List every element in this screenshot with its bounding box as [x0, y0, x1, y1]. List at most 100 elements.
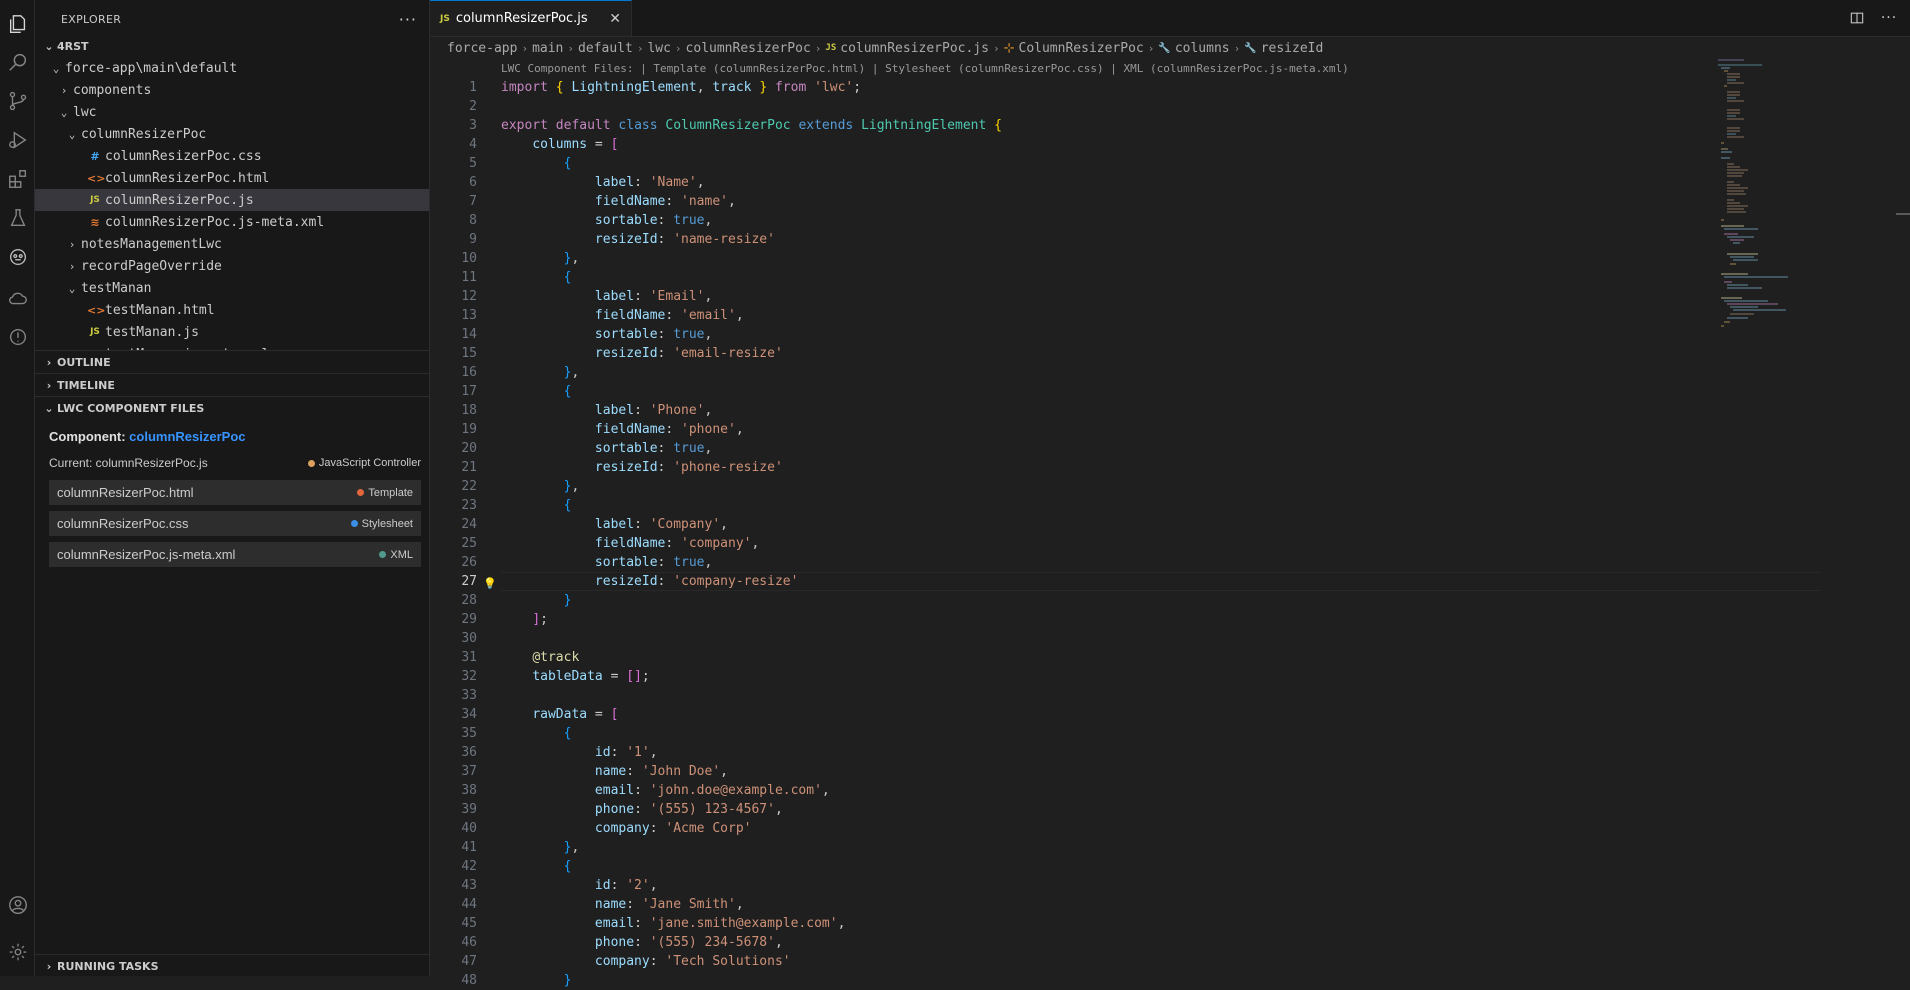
tree-folder-item[interactable]: › components [35, 79, 429, 101]
testing-icon[interactable] [6, 206, 30, 230]
tree-folder-item[interactable]: ⌄ force-app\main\default [35, 57, 429, 79]
code-line[interactable]: 9 resizeId: 'name-resize' [430, 230, 1910, 249]
lwc-file-card[interactable]: columnResizerPoc.js-meta.xml XML [49, 542, 421, 567]
code-line[interactable]: 12 label: 'Email', [430, 287, 1910, 306]
minimap[interactable] [1718, 58, 1818, 388]
info-icon[interactable] [6, 325, 30, 349]
code-line[interactable]: 34 rawData = [ [430, 705, 1910, 724]
code-line[interactable]: 3 export default class ColumnResizerPoc e… [430, 116, 1910, 135]
code-line[interactable]: 15 resizeId: 'email-resize' [430, 344, 1910, 363]
run-debug-icon[interactable] [6, 128, 30, 152]
code-line[interactable]: 26 sortable: true, [430, 553, 1910, 572]
code-line[interactable]: 28 } [430, 591, 1910, 610]
code-line[interactable]: 5 { [430, 154, 1910, 173]
code-line[interactable]: 2 [430, 97, 1910, 116]
code-line[interactable]: 46 phone: '(555) 234-5678', [430, 933, 1910, 952]
breadcrumb-item[interactable]: ColumnResizerPoc [1019, 41, 1144, 56]
lwc-file-card[interactable]: columnResizerPoc.html Template [49, 480, 421, 505]
code-line[interactable]: 30 [430, 629, 1910, 648]
code-line[interactable]: 11 { [430, 268, 1910, 287]
code-line[interactable]: 17 { [430, 382, 1910, 401]
code-line[interactable]: 47 company: 'Tech Solutions' [430, 952, 1910, 971]
tree-folder-item[interactable]: › notesManagementLwc [35, 233, 429, 255]
code-line[interactable]: 10 }, [430, 249, 1910, 268]
code-line[interactable]: 23 { [430, 496, 1910, 515]
code-line[interactable]: 45 email: 'jane.smith@example.com', [430, 914, 1910, 933]
code-line[interactable]: 42 { [430, 857, 1910, 876]
running-tasks-section[interactable]: › RUNNING TASKS [35, 954, 429, 976]
split-editor-icon[interactable] [1848, 9, 1866, 27]
code-line[interactable]: 40 company: 'Acme Corp' [430, 819, 1910, 838]
code-line[interactable]: 7 fieldName: 'name', [430, 192, 1910, 211]
code-line[interactable]: 25 fieldName: 'company', [430, 534, 1910, 553]
extensions-icon[interactable] [6, 167, 30, 191]
code-line[interactable]: 16 }, [430, 363, 1910, 382]
breadcrumb-item[interactable]: force-app [447, 41, 517, 56]
tree-folder-item[interactable]: › recordPageOverride [35, 255, 429, 277]
component-name[interactable]: columnResizerPoc [129, 429, 245, 444]
code-editor[interactable]: 1 import { LightningElement, track } from… [430, 78, 1910, 990]
tree-file-item[interactable]: JS testManan.js [35, 321, 429, 343]
code-line[interactable]: 37 name: 'John Doe', [430, 762, 1910, 781]
code-line[interactable]: 8 sortable: true, [430, 211, 1910, 230]
breadcrumb-item[interactable]: columnResizerPoc.js [840, 41, 989, 56]
tab-columnResizerPoc-js[interactable]: JS columnResizerPoc.js ✕ [430, 0, 632, 36]
tree-folder-item[interactable]: ⌄ columnResizerPoc [35, 123, 429, 145]
source-control-icon[interactable] [6, 89, 30, 113]
codelens[interactable]: LWC Component Files: | Template (columnR… [430, 59, 1910, 78]
code-line[interactable]: 1 import { LightningElement, track } from… [430, 78, 1910, 97]
code-line[interactable]: 24 label: 'Company', [430, 515, 1910, 534]
tree-folder-item[interactable]: ⌄ testManan [35, 277, 429, 299]
code-line[interactable]: 22 }, [430, 477, 1910, 496]
code-line[interactable]: 29 ]; [430, 610, 1910, 629]
breadcrumb-item[interactable]: default [578, 41, 633, 56]
code-line[interactable]: 32 tableData = []; [430, 667, 1910, 686]
code-line[interactable]: 31 @track [430, 648, 1910, 667]
search-icon[interactable] [6, 50, 30, 74]
agent-icon[interactable] [6, 245, 30, 269]
code-line[interactable]: 13 fieldName: 'email', [430, 306, 1910, 325]
tree-folder-item[interactable]: ⌄ lwc [35, 101, 429, 123]
code-line[interactable]: 27 resizeId: 'company-resize' 💡 [430, 572, 1910, 591]
more-actions-icon[interactable]: ··· [399, 10, 417, 29]
outline-section[interactable]: › OUTLINE [35, 351, 429, 373]
code-line[interactable]: 6 label: 'Name', [430, 173, 1910, 192]
code-line[interactable]: 39 phone: '(555) 123-4567', [430, 800, 1910, 819]
code-line[interactable]: 33 [430, 686, 1910, 705]
workspace-root[interactable]: ⌄ 4RST [35, 35, 429, 57]
timeline-section[interactable]: › TIMELINE [35, 374, 429, 396]
vertical-scrollbar[interactable] [1896, 58, 1910, 976]
breadcrumb-item[interactable]: lwc [647, 41, 670, 56]
code-line[interactable]: 38 email: 'john.doe@example.com', [430, 781, 1910, 800]
scrollbar-thumb[interactable] [1896, 213, 1910, 215]
code-line[interactable]: 18 label: 'Phone', [430, 401, 1910, 420]
lwc-files-section[interactable]: ⌄ LWC COMPONENT FILES [35, 397, 429, 419]
code-line[interactable]: 43 id: '2', [430, 876, 1910, 895]
tree-file-item[interactable]: # columnResizerPoc.css [35, 145, 429, 167]
lwc-file-card[interactable]: columnResizerPoc.css Stylesheet [49, 511, 421, 536]
code-line[interactable]: 48 } [430, 971, 1910, 990]
code-line[interactable]: 14 sortable: true, [430, 325, 1910, 344]
close-icon[interactable]: ✕ [609, 11, 621, 27]
breadcrumb-item[interactable]: resizeId [1261, 41, 1324, 56]
explorer-icon[interactable] [6, 12, 30, 36]
breadcrumb-item[interactable]: columns [1175, 41, 1230, 56]
account-icon[interactable] [6, 893, 30, 917]
tree-file-item[interactable]: ≋testManan.js-meta.xml [35, 343, 429, 351]
code-line[interactable]: 41 }, [430, 838, 1910, 857]
settings-gear-icon[interactable] [6, 940, 30, 964]
cloud-icon[interactable] [6, 286, 30, 310]
code-line[interactable]: 35 { [430, 724, 1910, 743]
tree-file-item[interactable]: ≋ columnResizerPoc.js-meta.xml [35, 211, 429, 233]
code-line[interactable]: 36 id: '1', [430, 743, 1910, 762]
code-line[interactable]: 44 name: 'Jane Smith', [430, 895, 1910, 914]
code-line[interactable]: 19 fieldName: 'phone', [430, 420, 1910, 439]
code-line[interactable]: 21 resizeId: 'phone-resize' [430, 458, 1910, 477]
tree-file-item[interactable]: <> testManan.html [35, 299, 429, 321]
breadcrumb-item[interactable]: main [532, 41, 563, 56]
more-actions-icon[interactable]: ··· [1880, 9, 1898, 27]
code-line[interactable]: 20 sortable: true, [430, 439, 1910, 458]
tree-file-item[interactable]: <> columnResizerPoc.html [35, 167, 429, 189]
tree-file-item[interactable]: JS columnResizerPoc.js [35, 189, 429, 211]
code-line[interactable]: 4 columns = [ [430, 135, 1910, 154]
